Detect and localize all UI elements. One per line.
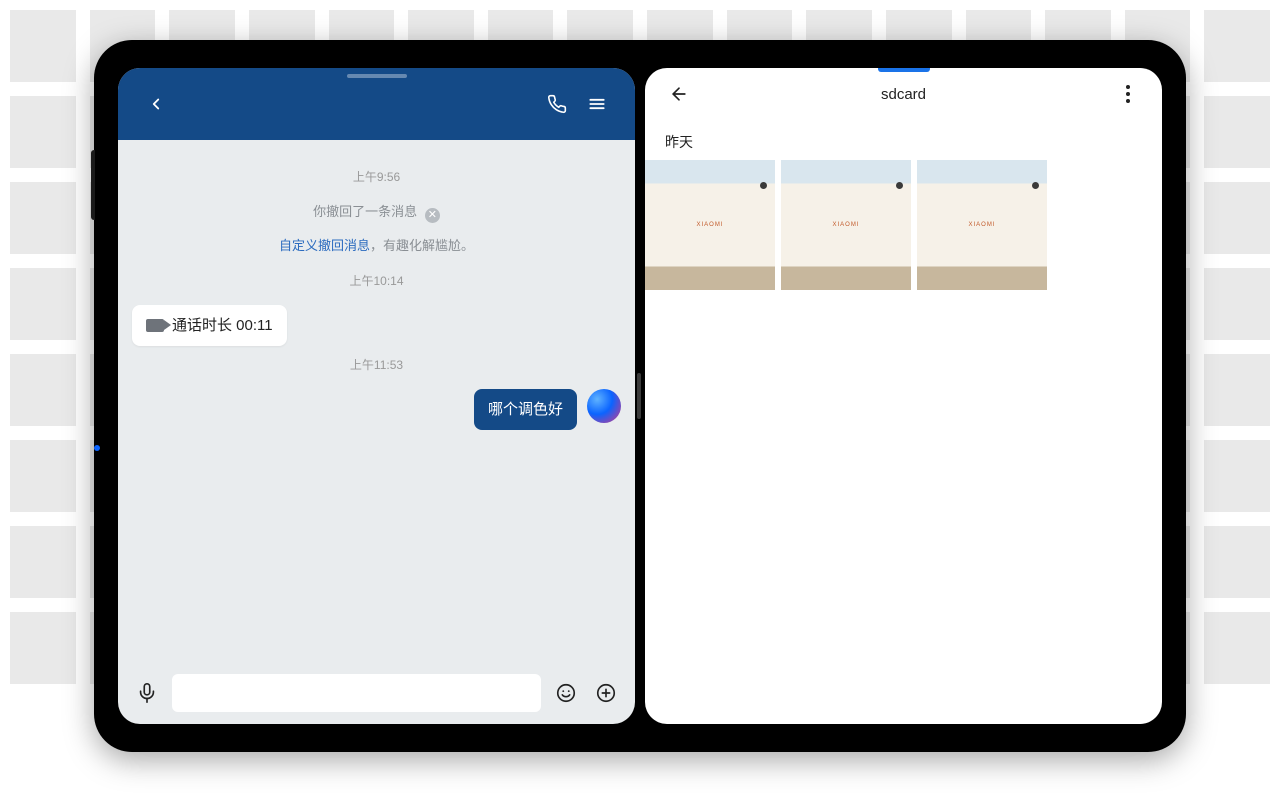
thumbnail-brand-label: XIAOMI [832, 222, 859, 228]
call-log-bubble[interactable]: 通话时长 00:11 [132, 305, 287, 346]
smile-icon [555, 682, 577, 704]
message-input[interactable] [172, 674, 541, 712]
plus-circle-icon [595, 682, 617, 704]
arrow-left-icon [669, 84, 689, 104]
chat-header [118, 68, 635, 140]
timestamp: 上午9:56 [132, 168, 621, 185]
tablet-indicator-dot [94, 445, 100, 451]
recall-notice-text: 你撤回了一条消息 [313, 204, 417, 219]
more-vertical-icon [1126, 85, 1130, 103]
gallery-title: sdcard [881, 86, 926, 103]
call-button[interactable] [537, 84, 577, 124]
phone-icon [547, 94, 567, 114]
camera-dot-icon [760, 182, 767, 189]
chat-app-pane: 上午9:56 你撤回了一条消息 ✕ 自定义撤回消息，有趣化解尴尬。 上午10:1… [118, 68, 635, 724]
outgoing-bubble[interactable]: 哪个调色好 [474, 389, 577, 430]
video-icon [146, 319, 164, 332]
gallery-back-button[interactable] [659, 74, 699, 114]
gallery-thumbnail[interactable]: XIAOMI [917, 160, 1047, 290]
gallery-header: sdcard [645, 68, 1162, 120]
incoming-message-row: 通话时长 00:11 [132, 305, 621, 346]
timestamp: 上午10:14 [132, 272, 621, 289]
avatar[interactable] [587, 389, 621, 423]
gallery-app-pane: sdcard 昨天 XIAOMI XIAOMI XIAOMI [645, 68, 1162, 724]
drag-handle[interactable] [347, 74, 407, 78]
thumbnail-brand-label: XIAOMI [696, 222, 723, 228]
gallery-more-button[interactable] [1108, 74, 1148, 114]
split-view-handle[interactable] [637, 373, 641, 419]
chevron-left-icon [147, 95, 165, 113]
add-button[interactable] [591, 678, 621, 708]
emoji-button[interactable] [551, 678, 581, 708]
recall-hint: 自定义撤回消息，有趣化解尴尬。 [132, 235, 621, 254]
microphone-icon [136, 682, 158, 704]
back-button[interactable] [136, 84, 176, 124]
camera-dot-icon [1032, 182, 1039, 189]
recall-notice: 你撤回了一条消息 ✕ [132, 201, 621, 223]
timestamp: 上午11:53 [132, 356, 621, 373]
camera-dot-icon [896, 182, 903, 189]
recall-hint-tail: ，有趣化解尴尬。 [370, 238, 474, 253]
close-icon[interactable]: ✕ [425, 208, 440, 223]
call-log-text: 通话时长 00:11 [172, 315, 273, 336]
thumbnail-brand-label: XIAOMI [968, 222, 995, 228]
gallery-thumbnail[interactable]: XIAOMI [645, 160, 775, 290]
voice-input-button[interactable] [132, 678, 162, 708]
chat-input-bar [118, 668, 635, 724]
outgoing-text: 哪个调色好 [488, 401, 563, 418]
menu-icon [587, 94, 607, 114]
outgoing-message-row: 哪个调色好 [132, 389, 621, 430]
gallery-thumbnail-grid: XIAOMI XIAOMI XIAOMI [645, 160, 1162, 290]
menu-button[interactable] [577, 84, 617, 124]
gallery-thumbnail[interactable]: XIAOMI [781, 160, 911, 290]
tablet-frame: 上午9:56 你撤回了一条消息 ✕ 自定义撤回消息，有趣化解尴尬。 上午10:1… [94, 40, 1186, 752]
gallery-section-header: 昨天 [645, 120, 1162, 160]
tab-indicator [878, 68, 930, 72]
recall-custom-link[interactable]: 自定义撤回消息 [279, 238, 370, 253]
chat-message-list[interactable]: 上午9:56 你撤回了一条消息 ✕ 自定义撤回消息，有趣化解尴尬。 上午10:1… [118, 140, 635, 668]
